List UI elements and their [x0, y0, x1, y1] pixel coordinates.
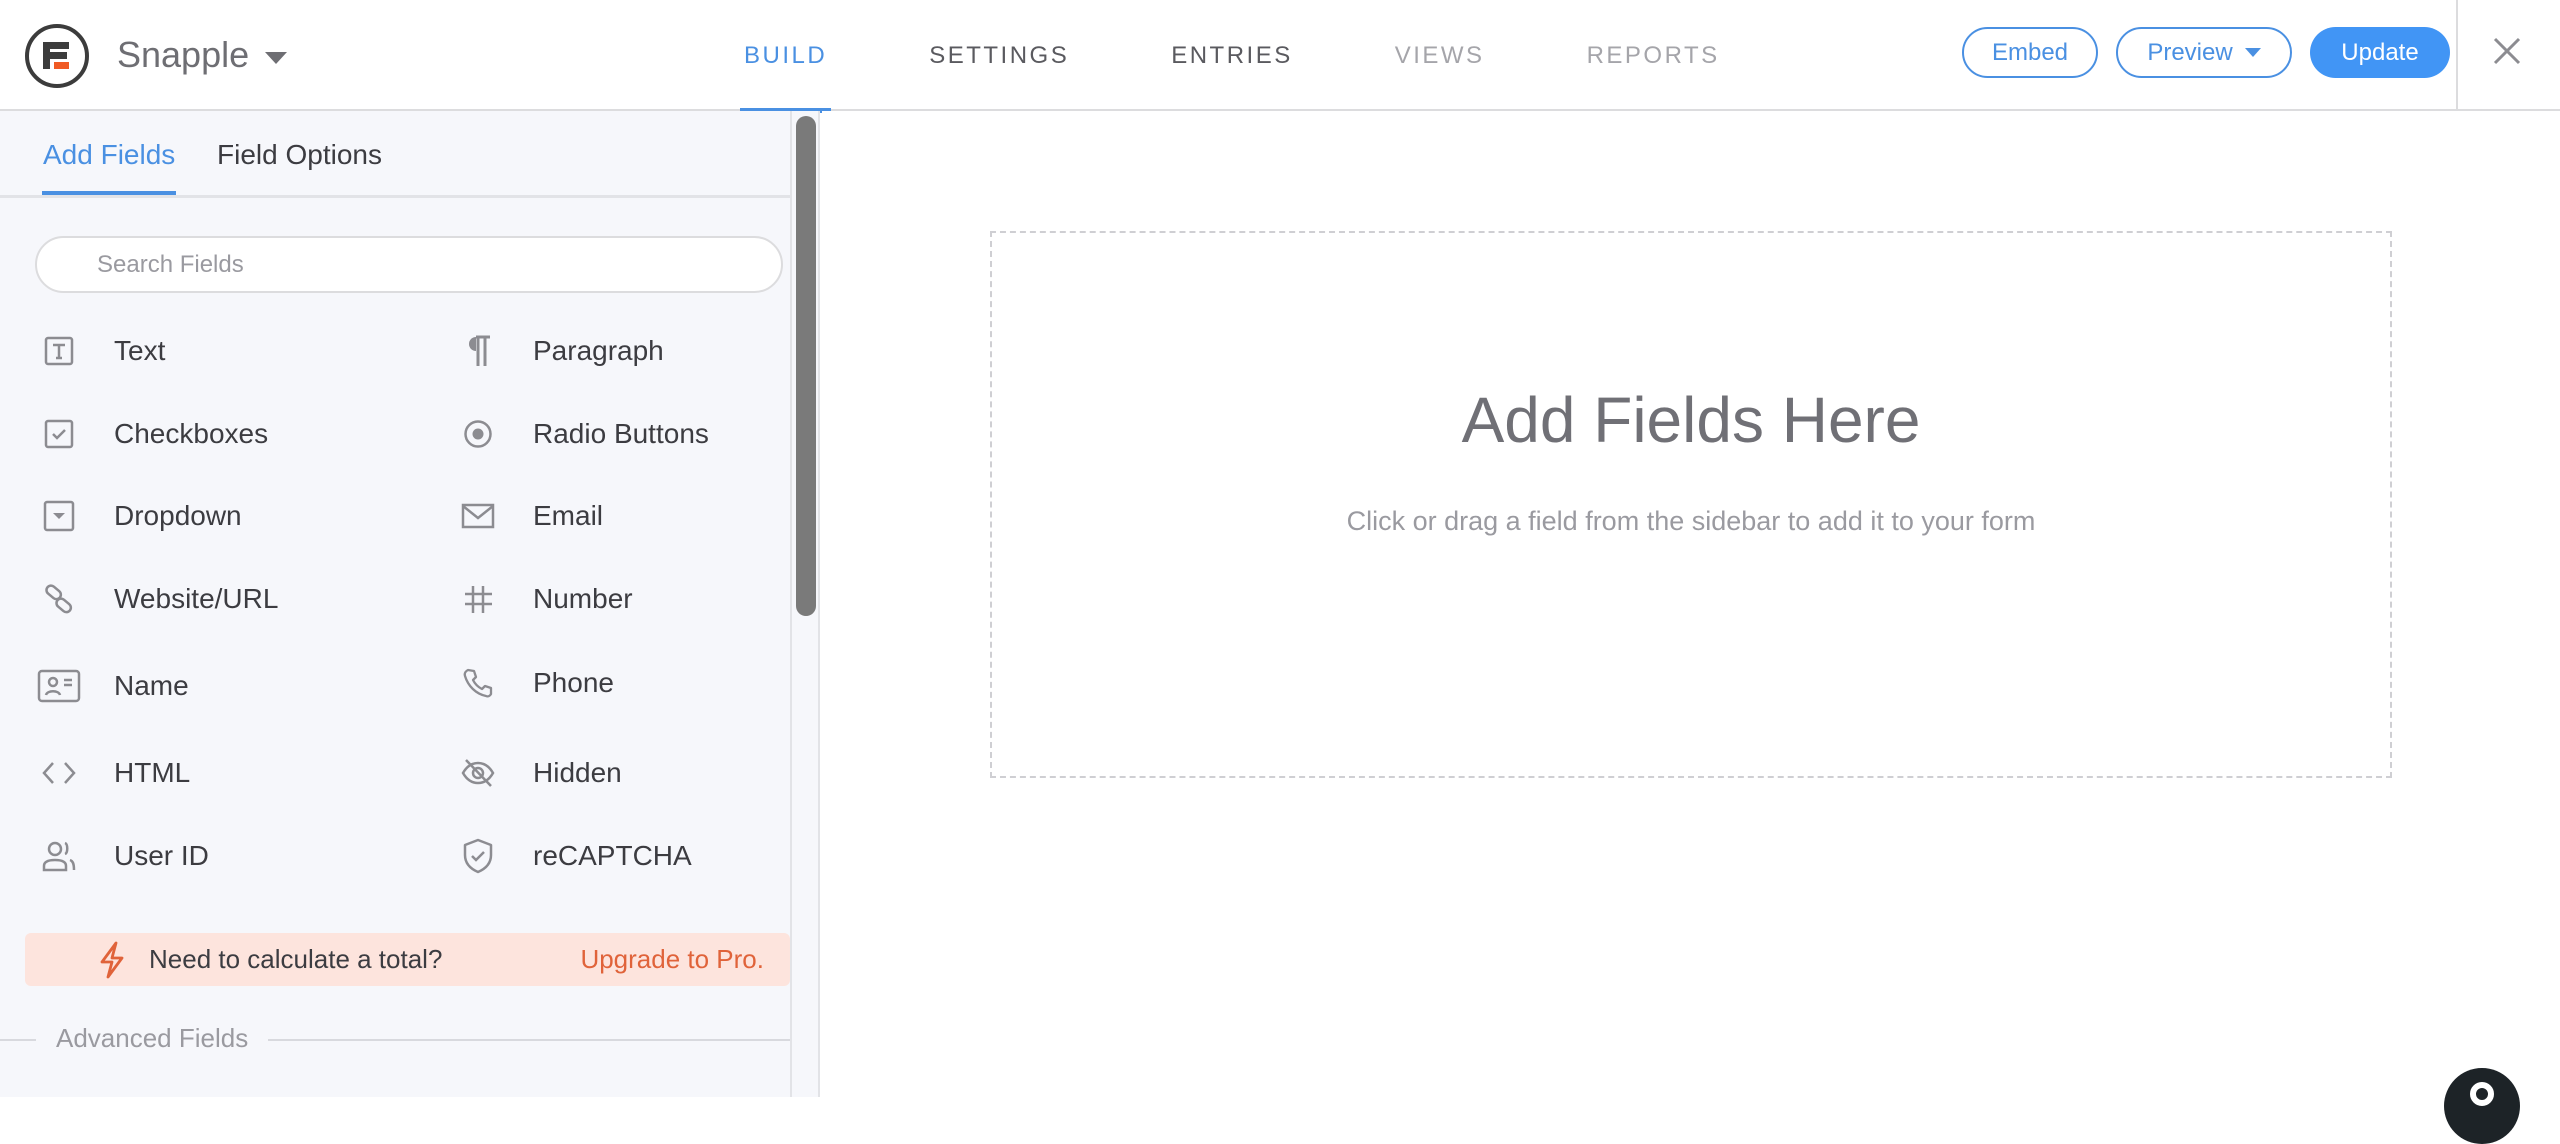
chevron-down-icon: [265, 52, 288, 64]
drop-zone-subtitle: Click or drag a field from the sidebar t…: [1346, 506, 2036, 536]
field-item-label: Checkboxes: [114, 418, 269, 449]
form-name-dropdown[interactable]: Snapple: [117, 34, 288, 76]
field-item-label: Website/URL: [114, 583, 279, 614]
tab-views-label: VIEWS: [1394, 41, 1485, 69]
field-item-label: HTML: [114, 757, 191, 788]
sidebar-tabs: Add Fields Field Options: [0, 111, 790, 198]
field-item-label: Name: [114, 670, 189, 701]
radio-button-icon: [456, 412, 500, 456]
field-item-name[interactable]: Name: [37, 656, 189, 716]
preview-button[interactable]: Preview: [2116, 27, 2292, 78]
field-item-hidden[interactable]: Hidden: [456, 743, 622, 803]
main-nav: BUILD SETTINGS ENTRIES VIEWS REPORTS: [740, 0, 1818, 113]
search-fields-field: [35, 236, 783, 293]
text-field-icon: [37, 329, 81, 373]
tab-settings-label: SETTINGS: [929, 41, 1070, 69]
tab-settings[interactable]: SETTINGS: [925, 0, 1073, 111]
chevron-down-icon: [2244, 48, 2261, 57]
field-item-label: Phone: [533, 667, 614, 698]
field-item-label: Hidden: [533, 757, 622, 788]
field-item-label: Number: [533, 583, 633, 614]
tab-reports[interactable]: REPORTS: [1583, 0, 1724, 111]
field-item-label: Text: [114, 335, 166, 366]
update-button[interactable]: Update: [2310, 27, 2450, 78]
field-item-html[interactable]: HTML: [37, 743, 190, 803]
top-bar: Snapple BUILD SETTINGS ENTRIES VIEWS REP…: [0, 0, 2560, 113]
field-item-dropdown[interactable]: Dropdown: [37, 486, 242, 546]
field-item-paragraph[interactable]: Paragraph: [456, 321, 664, 381]
header-actions: Embed Preview Update: [1962, 27, 2450, 78]
lightning-bolt-icon: [100, 941, 124, 979]
close-icon[interactable]: [2490, 34, 2524, 68]
advanced-fields-heading: Advanced Fields: [36, 1023, 269, 1054]
eye-slash-icon: [456, 751, 500, 795]
form-name: Snapple: [117, 34, 250, 75]
sidebar: Add Fields Field Options Text Checkboxes…: [0, 111, 820, 1097]
embed-button-label: Embed: [1991, 38, 2069, 66]
tab-build-label: BUILD: [744, 41, 828, 69]
drop-zone-title: Add Fields Here: [1461, 384, 1921, 456]
tab-reports-label: REPORTS: [1586, 41, 1720, 69]
envelope-icon: [456, 494, 500, 538]
promo-text: Need to calculate a total?: [149, 944, 443, 974]
tab-entries-label: ENTRIES: [1171, 41, 1293, 69]
shield-check-icon: [456, 834, 500, 878]
sidebar-scrollbar-thumb[interactable]: [796, 116, 816, 616]
field-item-text[interactable]: Text: [37, 321, 165, 381]
field-item-label: User ID: [114, 840, 209, 871]
field-item-label: Paragraph: [533, 335, 664, 366]
field-item-website-url[interactable]: Website/URL: [37, 569, 278, 629]
tab-build[interactable]: BUILD: [740, 0, 832, 113]
field-drop-zone[interactable]: Add Fields Here Click or drag a field fr…: [990, 231, 2392, 778]
hash-icon: [456, 577, 500, 621]
link-icon: [37, 577, 81, 621]
search-fields-input[interactable]: [37, 238, 781, 291]
upgrade-to-pro-link[interactable]: Upgrade to Pro.: [580, 944, 764, 975]
preview-button-label: Preview: [2147, 38, 2233, 66]
field-item-number[interactable]: Number: [456, 569, 633, 629]
users-icon: [37, 834, 81, 878]
embed-button[interactable]: Embed: [1962, 27, 2098, 78]
tab-field-options[interactable]: Field Options: [217, 139, 382, 171]
field-item-label: Email: [533, 500, 604, 531]
tab-add-fields[interactable]: Add Fields: [43, 139, 175, 171]
field-item-user-id[interactable]: User ID: [37, 826, 209, 886]
field-item-phone[interactable]: Phone: [456, 653, 614, 713]
id-card-icon: [37, 664, 81, 708]
active-tab-indicator: [42, 191, 176, 195]
field-item-label: reCAPTCHA: [533, 840, 692, 871]
checkbox-icon: [37, 412, 81, 456]
phone-icon: [456, 661, 500, 705]
help-button[interactable]: [2444, 1068, 2520, 1144]
field-item-recaptcha[interactable]: reCAPTCHA: [456, 826, 692, 886]
paragraph-icon: [456, 329, 500, 373]
tab-views[interactable]: VIEWS: [1391, 0, 1489, 111]
code-icon: [37, 751, 81, 795]
tab-entries[interactable]: ENTRIES: [1167, 0, 1297, 111]
close-divider: [2456, 0, 2458, 111]
field-item-label: Dropdown: [114, 500, 242, 531]
field-item-email[interactable]: Email: [456, 486, 603, 546]
field-item-radio-buttons[interactable]: Radio Buttons: [456, 404, 709, 464]
update-button-label: Update: [2341, 38, 2419, 66]
field-item-label: Radio Buttons: [533, 418, 709, 449]
dropdown-icon: [37, 494, 81, 538]
upgrade-promo-banner: Need to calculate a total? Upgrade to Pr…: [25, 933, 790, 986]
field-item-checkboxes[interactable]: Checkboxes: [37, 404, 268, 464]
formidable-logo-icon[interactable]: [24, 23, 90, 89]
